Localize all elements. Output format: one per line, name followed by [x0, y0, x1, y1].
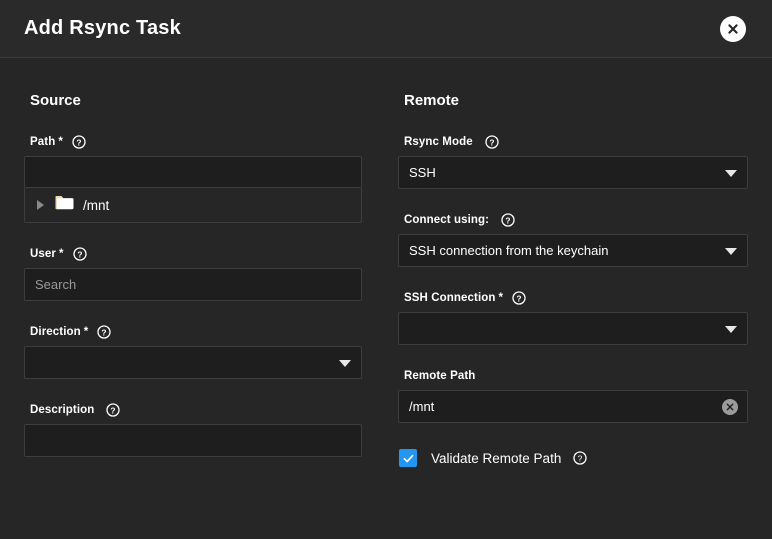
- direction-label-row: Direction * ?: [30, 325, 362, 339]
- path-tree: /mnt: [24, 188, 362, 223]
- rsync-mode-label: Rsync Mode: [404, 136, 473, 148]
- connect-using-select[interactable]: SSH connection from the keychain: [398, 234, 748, 267]
- help-icon[interactable]: ?: [573, 451, 587, 465]
- remote-path-input-value: /mnt: [409, 399, 435, 414]
- svg-text:?: ?: [489, 137, 494, 147]
- clear-icon[interactable]: [722, 398, 738, 415]
- help-icon[interactable]: ?: [485, 135, 499, 149]
- validate-remote-path-label: Validate Remote Path: [431, 450, 562, 466]
- ssh-connection-select[interactable]: [398, 312, 748, 345]
- path-label: Path: [30, 136, 56, 148]
- ssh-connection-label-row: SSH Connection * ?: [404, 291, 748, 305]
- help-icon[interactable]: ?: [72, 247, 87, 261]
- dialog-body: Source Path * ? /mnt User * ? Search Dir…: [0, 58, 772, 539]
- field-rsync-mode: Rsync Mode ? SSH: [398, 135, 748, 189]
- svg-text:?: ?: [111, 405, 116, 415]
- remote-column: Remote Rsync Mode ? SSH Connect using: ?…: [386, 80, 772, 539]
- help-icon[interactable]: ?: [97, 325, 111, 339]
- remote-section-title: Remote: [404, 92, 460, 109]
- folder-icon[interactable]: [55, 195, 74, 215]
- close-button[interactable]: [720, 15, 746, 42]
- close-icon: [726, 22, 740, 36]
- path-required-marker: *: [58, 136, 63, 148]
- svg-text:?: ?: [505, 215, 510, 225]
- help-icon[interactable]: ?: [501, 213, 515, 227]
- help-icon[interactable]: ?: [512, 291, 526, 305]
- check-icon: [403, 454, 413, 462]
- remote-path-input[interactable]: /mnt: [398, 390, 748, 423]
- svg-text:?: ?: [76, 137, 81, 147]
- user-input-placeholder: Search: [35, 277, 77, 292]
- validate-remote-path-checkbox[interactable]: [399, 449, 417, 467]
- connect-using-label: Connect using:: [404, 214, 490, 226]
- page-title: Add Rsync Task: [24, 17, 181, 39]
- ssh-connection-required-marker: *: [498, 292, 504, 304]
- direction-required-marker: *: [83, 326, 89, 338]
- path-input[interactable]: [24, 156, 362, 188]
- chevron-down-icon: [725, 247, 737, 255]
- svg-text:?: ?: [102, 327, 107, 337]
- path-label-row: Path * ?: [30, 135, 362, 149]
- ssh-connection-label: SSH Connection: [404, 292, 496, 304]
- rsync-mode-select[interactable]: SSH: [398, 156, 748, 189]
- user-required-marker: *: [58, 248, 64, 260]
- add-rsync-task-dialog: Add Rsync Task Source Path * ? /mnt User…: [0, 0, 772, 539]
- source-column: Source Path * ? /mnt User * ? Search Dir…: [0, 80, 386, 539]
- description-label: Description: [30, 404, 95, 416]
- field-user: User * ? Search: [24, 247, 362, 301]
- chevron-down-icon: [725, 325, 737, 333]
- caret-right-icon[interactable]: [37, 200, 44, 210]
- svg-text:?: ?: [578, 453, 583, 463]
- remote-path-label-row: Remote Path: [404, 369, 748, 383]
- field-description: Description ?: [24, 403, 362, 457]
- field-ssh-connection: SSH Connection * ?: [398, 291, 748, 345]
- rsync-mode-select-value: SSH: [409, 165, 436, 180]
- direction-select[interactable]: [24, 346, 362, 379]
- user-input[interactable]: Search: [24, 268, 362, 301]
- user-label-row: User * ?: [30, 247, 362, 261]
- chevron-down-icon: [725, 169, 737, 177]
- connect-using-select-value: SSH connection from the keychain: [409, 243, 609, 258]
- description-input[interactable]: [24, 424, 362, 457]
- help-icon[interactable]: ?: [72, 135, 86, 149]
- source-section-title: Source: [30, 92, 81, 109]
- field-path: Path * ? /mnt: [24, 135, 362, 223]
- user-label: User: [30, 248, 56, 260]
- direction-label: Direction: [30, 326, 81, 338]
- remote-path-label: Remote Path: [404, 370, 476, 382]
- svg-text:?: ?: [77, 249, 82, 259]
- svg-text:?: ?: [516, 293, 521, 303]
- validate-remote-path-row: Validate Remote Path ?: [399, 449, 748, 467]
- dialog-header: Add Rsync Task: [0, 0, 772, 58]
- tree-item[interactable]: /mnt: [25, 188, 361, 222]
- rsync-mode-label-row: Rsync Mode ?: [404, 135, 748, 149]
- description-label-row: Description ?: [30, 403, 362, 417]
- field-direction: Direction * ?: [24, 325, 362, 379]
- help-icon[interactable]: ?: [106, 403, 121, 417]
- connect-using-label-row: Connect using: ?: [404, 213, 748, 227]
- field-remote-path: Remote Path /mnt: [398, 369, 748, 423]
- chevron-down-icon: [339, 359, 351, 367]
- field-connect-using: Connect using: ? SSH connection from the…: [398, 213, 748, 267]
- tree-item-label: /mnt: [83, 197, 110, 213]
